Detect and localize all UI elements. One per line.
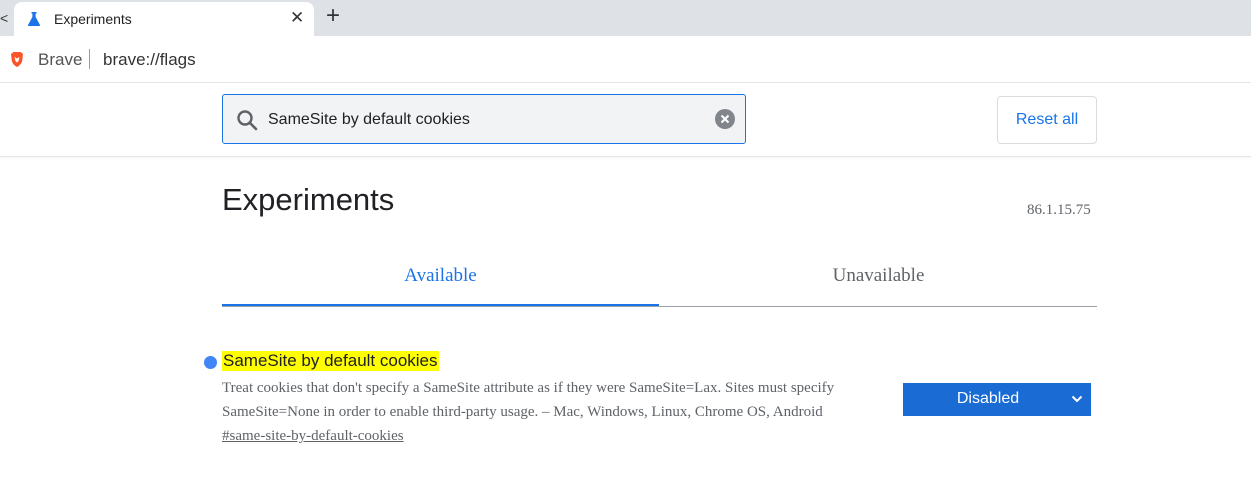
page-title: Experiments — [222, 182, 395, 217]
experiment-name: SameSite by default cookies — [222, 351, 439, 371]
address-bar[interactable]: Brave brave://flags — [0, 36, 1251, 83]
reset-all-button[interactable]: Reset all — [997, 96, 1097, 144]
url-text[interactable]: brave://flags — [103, 50, 196, 70]
experiment-state-select[interactable]: Disabled — [903, 383, 1091, 416]
version-label: 86.1.15.75 — [1027, 202, 1091, 218]
browser-tab-experiments[interactable]: Experiments ✕ — [14, 2, 314, 36]
search-box[interactable] — [222, 94, 746, 144]
search-input[interactable] — [268, 108, 698, 132]
tab-strip: < Experiments ✕ + — [0, 0, 1251, 36]
close-tab-icon[interactable]: ✕ — [290, 8, 304, 28]
modified-indicator-dot — [204, 356, 217, 369]
flags-search-header: Reset all — [0, 83, 1251, 157]
tab-available[interactable]: Available — [222, 250, 659, 306]
new-tab-button[interactable]: + — [326, 4, 340, 28]
brave-lion-icon — [11, 52, 23, 67]
tab-unavailable[interactable]: Unavailable — [660, 250, 1097, 305]
tab-title: Experiments — [54, 11, 132, 27]
chevron-down-icon — [1071, 395, 1083, 403]
flask-icon — [27, 12, 41, 26]
tab-scroll-left[interactable]: < — [0, 10, 8, 26]
omnibox-divider — [89, 49, 90, 69]
select-value: Disabled — [956, 390, 1020, 407]
site-label: Brave — [38, 50, 83, 69]
experiment-description: Treat cookies that don't specify a SameS… — [222, 380, 835, 420]
experiment-permalink[interactable]: #same-site-by-default-cookies — [222, 428, 404, 445]
clear-icon[interactable] — [715, 109, 735, 129]
experiments-tabs: Available Unavailable — [222, 250, 1097, 307]
search-icon — [237, 110, 258, 131]
